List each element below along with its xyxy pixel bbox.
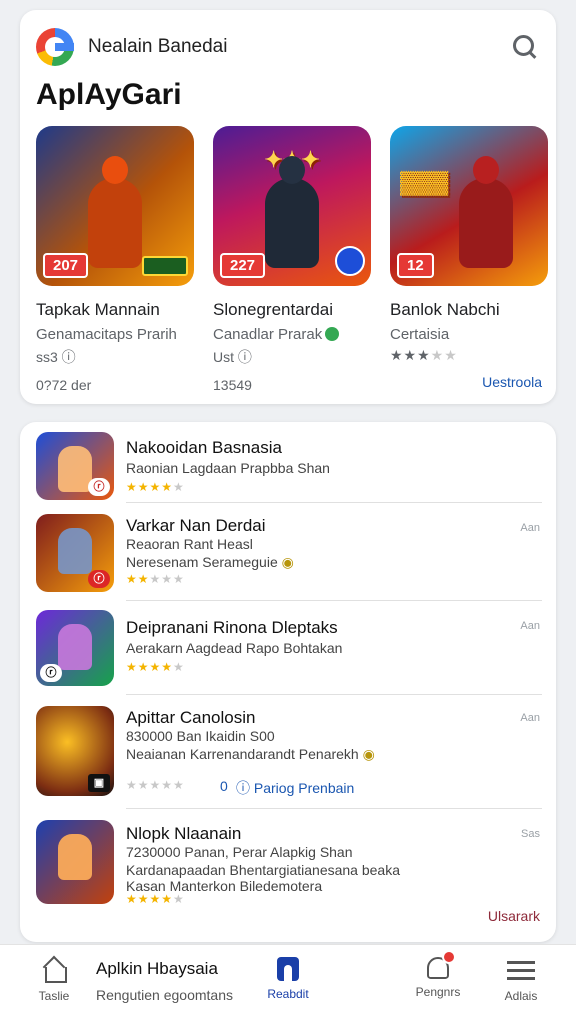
list-item-4-link[interactable]: ⓘ Pariog Prenbain xyxy=(236,778,354,798)
logo-tag: ▣ xyxy=(88,774,110,792)
nav-center-subtitle: Rengutien egoomtans xyxy=(96,987,233,1003)
character-figure xyxy=(58,834,92,880)
featured-app-3[interactable]: ▓▓▓ 12 Banlok Nabchi Certaisia ★★★★★ xyxy=(390,126,548,364)
apps-icon xyxy=(277,957,299,981)
list-item-4-desc-2: Neaianan Karrenandarandt Penarekh ◉ xyxy=(126,746,375,762)
featured-app-1-image: 207 xyxy=(36,126,194,286)
featured-app-2-subtitle: Canadlar Prarak xyxy=(213,326,371,343)
app-list-card: ⓡ Nakooidan Basnasia Raonian Lagdaan Pra… xyxy=(20,422,556,942)
list-item-4-ad-label: Aan xyxy=(520,712,540,724)
logo-tag: ⓡ xyxy=(40,664,62,682)
divider xyxy=(126,808,542,809)
list-item-3-icon: ⓡ xyxy=(36,610,114,686)
featured-more-link[interactable]: Uestroola xyxy=(482,374,542,390)
featured-card: Nealain Banedai AplAyGari 207 Tapkak Man… xyxy=(20,10,556,404)
list-item-5-ad-label: Sas xyxy=(521,828,540,840)
featured-app-1-name: Tapkak Mannain xyxy=(36,300,160,319)
home-icon xyxy=(40,957,68,983)
character-figure xyxy=(58,446,92,492)
list-item-4-icon: ▣ xyxy=(36,706,114,796)
app-header: Nealain Banedai xyxy=(36,20,540,74)
list-item-3-ad-label: Aan xyxy=(520,620,540,632)
nav-menu[interactable]: Adlais xyxy=(498,957,544,1003)
list-item-1-title: Nakooidan Basnasia xyxy=(126,438,282,457)
nav-center-info: Aplkin Hbaysaia Rengutien egoomtans xyxy=(96,959,233,1003)
logo-tag: ⓡ xyxy=(88,570,110,588)
featured-app-1-subtitle: Genamacitaps Prarih xyxy=(36,326,177,343)
featured-app-1-meta: ss3 ⓘ xyxy=(36,349,76,365)
character-figure xyxy=(58,624,92,670)
logo-tag: ⓡ xyxy=(88,478,110,496)
list-item-3-rating: ★★★★★ xyxy=(126,660,185,674)
list-item-1-rating: ★★★★★ xyxy=(126,480,185,494)
list-item-4-rating: ★★★★★ xyxy=(126,778,185,792)
divider xyxy=(126,694,542,695)
featured-app-2-meta: Ust ⓘ xyxy=(213,349,252,365)
nav-home-label: Taslie xyxy=(38,989,70,1003)
list-item-2-ad-label: Aan xyxy=(520,522,540,534)
coin-icon: ◉ xyxy=(362,746,375,762)
nav-apps[interactable]: Reabdit xyxy=(260,957,316,1001)
divider xyxy=(126,600,542,601)
divider xyxy=(126,502,542,503)
featured-app-2-downloads: 13549 xyxy=(213,377,252,393)
list-item-5-desc-2: Kardanapaadan Bhentargiatianesana beaka xyxy=(126,862,401,878)
emblem-icon xyxy=(335,246,365,276)
list-item-5-icon xyxy=(36,820,114,904)
hero-figure xyxy=(459,178,513,268)
featured-app-2[interactable]: ✦✦✦ 227 Slonegrentardai Canadlar Prarak … xyxy=(213,126,371,393)
list-item-2-icon: ⓡ xyxy=(36,514,114,592)
list-item-2-rating: ★★★★★ xyxy=(126,572,185,586)
list-more-link[interactable]: Ulsarark xyxy=(488,908,540,924)
list-item-1-icon: ⓡ xyxy=(36,432,114,500)
featured-app-1-badge: 207 xyxy=(43,253,89,278)
coin-icon: ◉ xyxy=(281,554,294,570)
list-item-4-title: Apittar Canolosin xyxy=(126,708,256,727)
info-icon: ⓘ xyxy=(236,780,250,796)
list-item-5-rating: ★★★★★ xyxy=(126,892,185,906)
list-item-5-title: Nlopk Nlaanain xyxy=(126,824,242,843)
featured-app-1[interactable]: 207 Tapkak Mannain Genamacitaps Prarih s… xyxy=(36,126,194,393)
google-logo-icon xyxy=(36,28,74,66)
featured-app-3-name: Banlok Nabchi xyxy=(390,300,500,319)
list-item-2-desc: Reaoran Rant Heasl xyxy=(126,536,253,552)
search-icon[interactable] xyxy=(510,32,540,62)
featured-app-3-badge: 12 xyxy=(397,253,434,278)
featured-app-2-image: ✦✦✦ 227 xyxy=(213,126,371,286)
nav-center-title: Aplkin Hbaysaia xyxy=(96,959,218,978)
list-item-2-title: Varkar Nan Derdai xyxy=(126,516,266,535)
notification-icon xyxy=(427,950,456,979)
featured-app-3-rating: ★★★★★ xyxy=(390,347,458,363)
bottom-navigation: Taslie Aplkin Hbaysaia Rengutien egoomta… xyxy=(0,944,576,1024)
list-item-3-desc: Aerakarn Aagdead Rapo Bohtakan xyxy=(126,640,343,656)
nav-home[interactable]: Taslie xyxy=(34,957,74,1003)
featured-app-3-subtitle: Certaisia xyxy=(390,326,450,343)
hero-figure xyxy=(265,178,319,268)
nav-notifications-label: Pengnrs xyxy=(415,985,461,999)
list-item-5-desc: 7230000 Panan, Perar Alapkig Shan xyxy=(126,844,353,860)
character-figure xyxy=(58,528,92,574)
section-title: AplAyGari xyxy=(36,78,182,111)
hero-figure xyxy=(88,178,142,268)
featured-app-1-downloads: 0?72 der xyxy=(36,377,92,393)
featured-app-2-badge: 227 xyxy=(220,253,266,278)
nav-notifications[interactable]: Pengnrs xyxy=(408,950,468,999)
list-item-2-desc-2: Neresenam Serameguie ◉ xyxy=(126,554,294,570)
logo-ribbon xyxy=(142,256,188,276)
list-item-4-count: 0 xyxy=(220,778,228,794)
featured-app-3-image: ▓▓▓ 12 xyxy=(390,126,548,286)
verified-icon xyxy=(325,327,340,341)
nav-apps-label: Reabdit xyxy=(267,987,309,1001)
list-item-1-desc: Raonian Lagdaan Prapbba Shan xyxy=(126,460,330,476)
menu-icon xyxy=(507,957,535,983)
featured-app-2-name: Slonegrentardai xyxy=(213,300,334,319)
nav-menu-label: Adlais xyxy=(504,989,538,1003)
header-title: Nealain Banedai xyxy=(88,36,228,57)
list-item-4-desc: 830000 Ban Ikaidin S00 xyxy=(126,728,275,744)
list-item-3-title: Deipranani Rinona Dleptaks xyxy=(126,618,338,637)
